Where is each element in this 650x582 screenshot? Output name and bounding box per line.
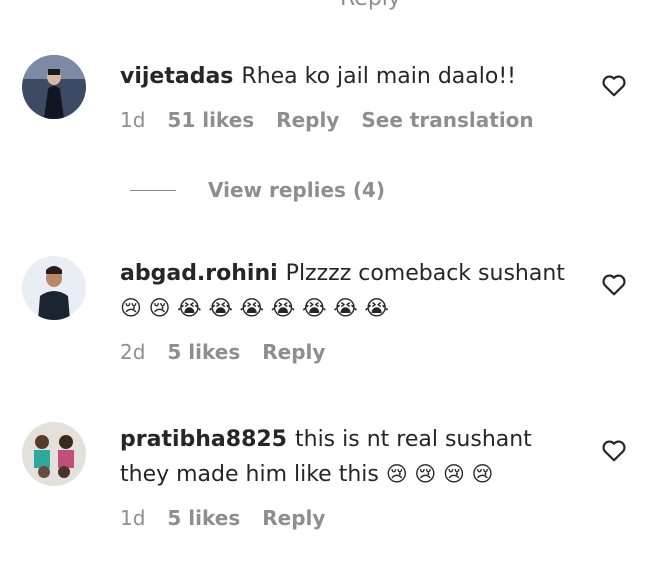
reply-button[interactable]: Reply [262, 340, 325, 364]
comment-message: Rhea ko jail main daalo!! [241, 64, 516, 89]
divider-line [130, 189, 176, 191]
reply-button[interactable]: Reply [276, 108, 339, 132]
timestamp[interactable]: 1d [120, 506, 145, 530]
emoji-sequence: 😢 😢 😭 😭 😭 😭 😭 😭 😭 [120, 296, 389, 320]
heart-outline-icon[interactable] [601, 73, 627, 97]
see-translation-button[interactable]: See translation [361, 108, 533, 132]
comment-meta: 1d 5 likes Reply [120, 506, 570, 530]
comment-text: vijetadas Rhea ko jail main daalo!! [120, 59, 570, 94]
comment-text: abgad.rohini Plzzzz comeback sushant 😢 😢 … [120, 256, 570, 326]
view-replies-label: View replies (4) [208, 178, 386, 202]
reply-button[interactable]: Reply [262, 506, 325, 530]
username-link[interactable]: vijetadas [120, 64, 233, 89]
heart-outline-icon[interactable] [601, 438, 627, 462]
timestamp[interactable]: 2d [120, 340, 145, 364]
avatar[interactable] [22, 256, 86, 320]
emoji-sequence: 😢 😢 😢 😢 [385, 462, 494, 486]
likes-count[interactable]: 5 likes [167, 506, 240, 530]
comment-message: Plzzzz comeback sushant [285, 261, 565, 286]
timestamp[interactable]: 1d [120, 108, 145, 132]
comment-meta: 2d 5 likes Reply [120, 340, 570, 364]
view-replies-button[interactable]: View replies (4) [130, 178, 385, 202]
likes-count[interactable]: 51 likes [167, 108, 254, 132]
avatar[interactable] [22, 55, 86, 119]
heart-outline-icon[interactable] [601, 272, 627, 296]
likes-count[interactable]: 5 likes [167, 340, 240, 364]
username-link[interactable]: pratibha8825 [120, 427, 287, 452]
previous-reply-link-partial[interactable]: Reply [340, 0, 401, 11]
comment-meta: 1d 51 likes Reply See translation [120, 108, 570, 132]
username-link[interactable]: abgad.rohini [120, 261, 278, 286]
comment-text: pratibha8825 this is nt real sushant they… [120, 422, 570, 492]
avatar[interactable] [22, 422, 86, 486]
